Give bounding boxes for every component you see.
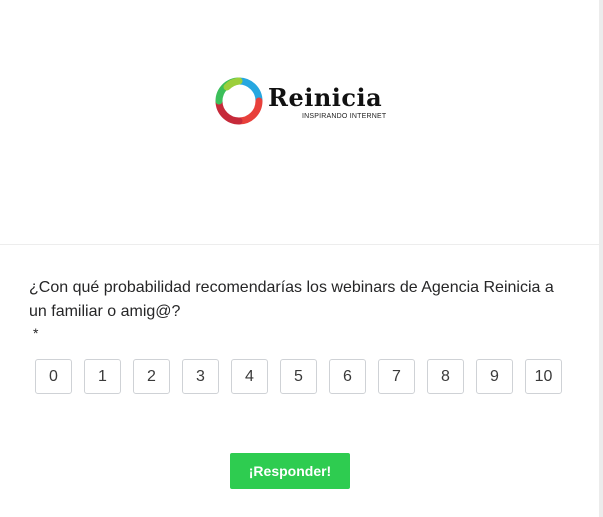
- survey-page: Reinicia INSPIRANDO INTERNET ¿Con qué pr…: [0, 0, 603, 517]
- scale-option-3[interactable]: 3: [182, 359, 219, 394]
- scale-option-0[interactable]: 0: [35, 359, 72, 394]
- scale-option-10[interactable]: 10: [525, 359, 562, 394]
- scale-option-2[interactable]: 2: [133, 359, 170, 394]
- logo-tagline: INSPIRANDO INTERNET: [302, 113, 387, 120]
- logo-ring-icon: [215, 77, 263, 125]
- scale-option-7[interactable]: 7: [378, 359, 415, 394]
- scrollbar-track[interactable]: [599, 0, 603, 517]
- reinicia-logo: Reinicia INSPIRANDO INTERNET: [214, 76, 387, 128]
- required-marker: *: [33, 325, 39, 341]
- scale-option-5[interactable]: 5: [280, 359, 317, 394]
- scale-option-9[interactable]: 9: [476, 359, 513, 394]
- submit-button[interactable]: ¡Responder!: [230, 453, 350, 489]
- survey-header: Reinicia INSPIRANDO INTERNET: [0, 0, 599, 245]
- scale-option-1[interactable]: 1: [84, 359, 121, 394]
- question-text: ¿Con qué probabilidad recomendarías los …: [29, 279, 554, 320]
- logo-wordmark: Reinicia: [268, 83, 383, 112]
- scale-option-4[interactable]: 4: [231, 359, 268, 394]
- scale-option-8[interactable]: 8: [427, 359, 464, 394]
- scale-option-6[interactable]: 6: [329, 359, 366, 394]
